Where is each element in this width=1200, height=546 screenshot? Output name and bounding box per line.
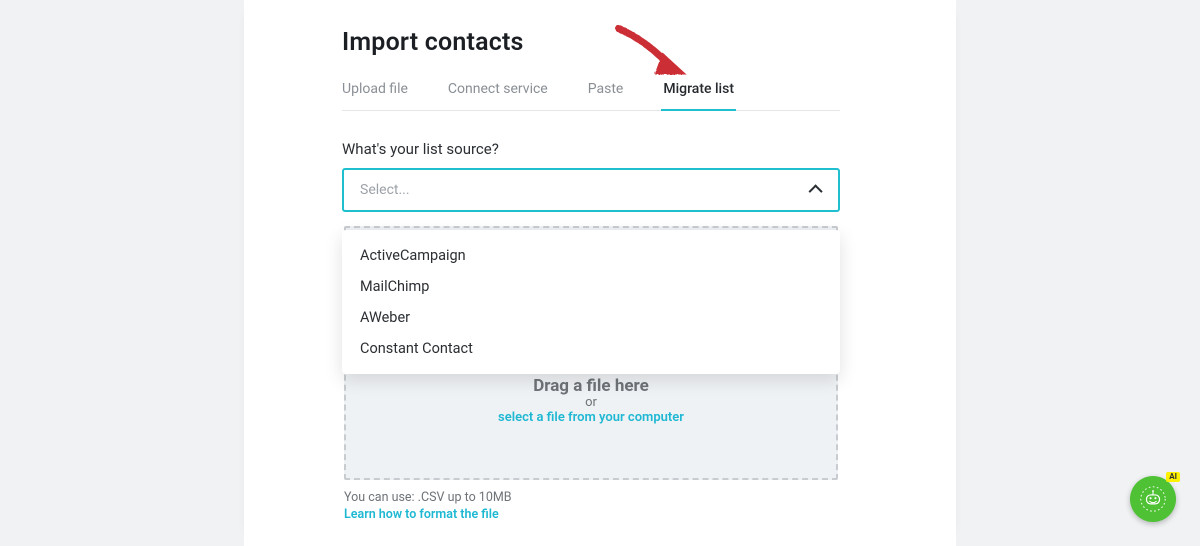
ai-badge: AI: [1166, 472, 1180, 482]
tab-upload-file[interactable]: Upload file: [342, 75, 408, 110]
list-source-select[interactable]: Select...: [342, 168, 840, 212]
list-source-dropdown: ActiveCampaign MailChimp AWeber Constant…: [342, 230, 840, 374]
option-constant-contact[interactable]: Constant Contact: [342, 333, 840, 364]
chevron-up-icon: [809, 184, 823, 198]
option-aweber[interactable]: AWeber: [342, 302, 840, 333]
chatbot-icon: [1140, 486, 1166, 512]
tab-paste[interactable]: Paste: [588, 75, 624, 110]
import-panel: Import contacts Upload file Connect serv…: [244, 0, 956, 546]
tab-migrate-list[interactable]: Migrate list: [663, 75, 734, 110]
option-mailchimp[interactable]: MailChimp: [342, 271, 840, 302]
chat-fab[interactable]: AI: [1130, 476, 1176, 522]
tabs: Upload file Connect service Paste Migrat…: [342, 75, 840, 111]
select-placeholder: Select...: [360, 182, 410, 198]
dropzone-select-link[interactable]: select a file from your computer: [346, 410, 836, 425]
hint-usage: You can use: .CSV up to 10MB: [344, 490, 512, 507]
dropzone-drag-text: Drag a file here: [346, 376, 836, 396]
option-activecampaign[interactable]: ActiveCampaign: [342, 240, 840, 271]
dropzone-text-group: Drag a file here or select a file from y…: [346, 376, 836, 425]
page-title: Import contacts: [342, 28, 524, 57]
dropzone-or-text: or: [346, 395, 836, 410]
list-source-label: What's your list source?: [342, 140, 499, 158]
tab-connect-service[interactable]: Connect service: [448, 75, 548, 110]
file-hints: You can use: .CSV up to 10MB Learn how t…: [344, 490, 512, 524]
hint-format-link[interactable]: Learn how to format the file: [344, 507, 512, 524]
